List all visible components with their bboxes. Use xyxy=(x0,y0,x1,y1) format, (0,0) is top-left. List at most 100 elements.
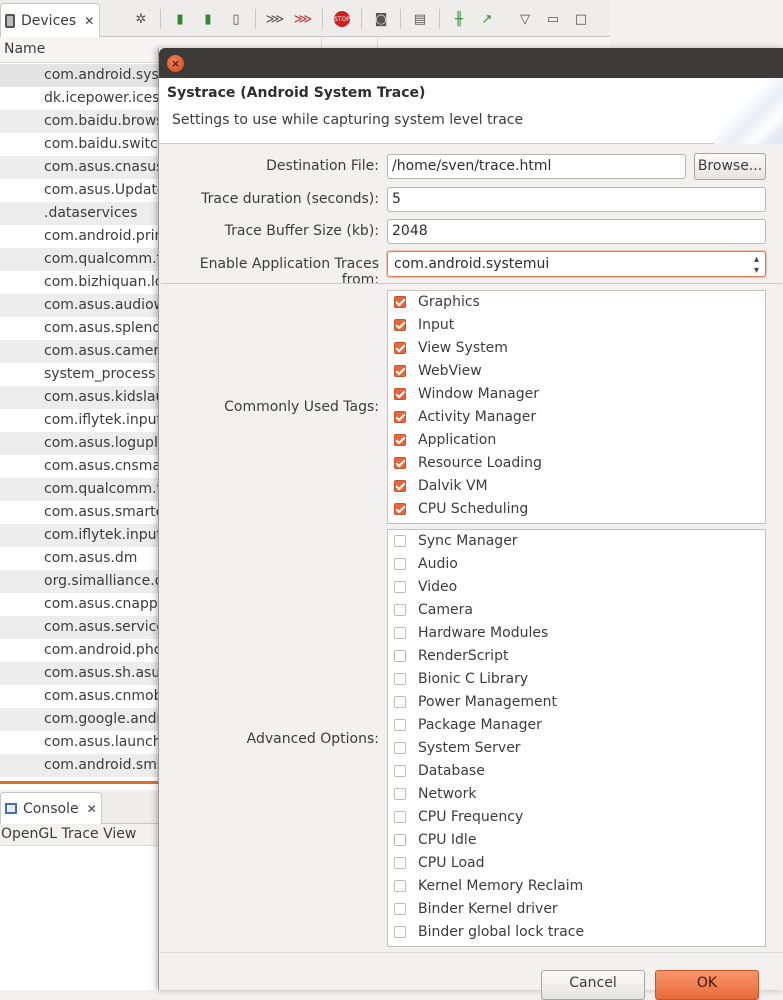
minimize-icon[interactable]: ▭ xyxy=(542,8,564,30)
dialog-titlebar[interactable]: × xyxy=(159,48,783,78)
tag-label: CPU Frequency xyxy=(418,809,524,825)
close-icon[interactable]: ✕ xyxy=(84,14,94,28)
checkbox-unchecked-icon[interactable] xyxy=(394,673,406,685)
checkbox-checked-icon[interactable] xyxy=(394,434,406,446)
tag-checkbox-item[interactable]: Camera xyxy=(394,600,473,620)
tag-label: View System xyxy=(418,340,508,356)
tag-checkbox-item[interactable]: Activity Manager xyxy=(394,407,536,427)
process-name: .dataservices xyxy=(44,205,138,221)
cause-gc-icon[interactable]: ▯ xyxy=(225,8,247,30)
maximize-icon[interactable]: □ xyxy=(570,8,592,30)
browse-button[interactable]: Browse... xyxy=(694,153,766,180)
tag-checkbox-item[interactable]: Package Manager xyxy=(394,715,542,735)
checkbox-unchecked-icon[interactable] xyxy=(394,627,406,639)
tag-checkbox-item[interactable]: Database xyxy=(394,761,485,781)
tag-checkbox-item[interactable]: CPU Idle xyxy=(394,830,476,850)
common-tags-label: Commonly Used Tags: xyxy=(224,399,379,415)
tag-checkbox-item[interactable]: Bionic C Library xyxy=(394,669,528,689)
tag-checkbox-item[interactable]: Sync Manager xyxy=(394,531,518,551)
ok-button[interactable]: OK xyxy=(655,970,759,1000)
checkbox-checked-icon[interactable] xyxy=(394,457,406,469)
checkbox-unchecked-icon[interactable] xyxy=(394,926,406,938)
tag-label: Camera xyxy=(418,602,473,618)
checkbox-unchecked-icon[interactable] xyxy=(394,765,406,777)
tag-checkbox-item[interactable]: Graphics xyxy=(394,292,480,312)
checkbox-checked-icon[interactable] xyxy=(394,388,406,400)
app-traces-select[interactable]: com.android.systemui ▴ ▾ xyxy=(387,251,766,277)
checkbox-unchecked-icon[interactable] xyxy=(394,742,406,754)
trace-buffer-size-input[interactable]: 2048 xyxy=(387,219,766,244)
tag-checkbox-item[interactable]: Window Manager xyxy=(394,384,539,404)
checkbox-unchecked-icon[interactable] xyxy=(394,696,406,708)
tag-checkbox-item[interactable]: Input xyxy=(394,315,454,335)
opengl-trace-icon[interactable]: ↗ xyxy=(476,8,498,30)
checkbox-checked-icon[interactable] xyxy=(394,296,406,308)
tag-checkbox-item[interactable]: CPU Scheduling xyxy=(394,499,528,519)
tag-checkbox-item[interactable]: Power Management xyxy=(394,692,557,712)
toolbar-separator xyxy=(439,9,440,29)
process-name: com.asus.kidslau xyxy=(44,389,165,405)
update-threads-icon[interactable]: ⋙ xyxy=(264,8,286,30)
checkbox-checked-icon[interactable] xyxy=(394,319,406,331)
checkbox-unchecked-icon[interactable] xyxy=(394,834,406,846)
update-heap-icon[interactable]: ▮ xyxy=(169,8,191,30)
checkbox-unchecked-icon[interactable] xyxy=(394,788,406,800)
devices-toolbar: ✲ ▮ ▮ ▯ ⋙ ⋙ STOP ◙ ▤ ╫ ↗ ▽ ▭ □ xyxy=(130,8,592,30)
process-name: com.bizhiquan.lo xyxy=(44,274,164,290)
tag-checkbox-item[interactable]: RenderScript xyxy=(394,646,508,666)
tag-checkbox-item[interactable]: Hardware Modules xyxy=(394,623,548,643)
checkbox-checked-icon[interactable] xyxy=(394,480,406,492)
tag-checkbox-item[interactable]: Resource Loading xyxy=(394,453,542,473)
tag-label: Audio xyxy=(418,556,458,572)
checkbox-checked-icon[interactable] xyxy=(394,342,406,354)
process-name: com.asus.smartc xyxy=(44,504,164,520)
checkbox-unchecked-icon[interactable] xyxy=(394,857,406,869)
screen-capture-icon[interactable]: ◙ xyxy=(370,8,392,30)
view-menu-chevron-down-icon[interactable]: ▽ xyxy=(514,8,536,30)
process-name: com.android.pho xyxy=(44,642,163,658)
checkbox-unchecked-icon[interactable] xyxy=(394,581,406,593)
method-profiling-icon[interactable]: ⋙ xyxy=(292,8,314,30)
close-icon[interactable]: ✕ xyxy=(87,802,97,816)
console-tab[interactable]: Console ✕ xyxy=(0,792,102,824)
tag-checkbox-item[interactable]: Binder Kernel driver xyxy=(394,899,558,919)
debug-icon[interactable]: ✲ xyxy=(130,8,152,30)
process-name: com.android.syst xyxy=(44,67,165,83)
tag-checkbox-item[interactable]: Video xyxy=(394,577,457,597)
destination-file-input[interactable]: /home/sven/trace.html xyxy=(387,154,686,179)
tag-label: Sync Manager xyxy=(418,533,518,549)
close-icon[interactable]: × xyxy=(167,55,184,72)
tag-checkbox-item[interactable]: View System xyxy=(394,338,508,358)
checkbox-unchecked-icon[interactable] xyxy=(394,880,406,892)
checkbox-checked-icon[interactable] xyxy=(394,503,406,515)
stop-process-icon[interactable]: STOP xyxy=(334,11,350,27)
checkbox-unchecked-icon[interactable] xyxy=(394,811,406,823)
trace-duration-input[interactable]: 5 xyxy=(387,187,766,212)
checkbox-unchecked-icon[interactable] xyxy=(394,535,406,547)
checkbox-unchecked-icon[interactable] xyxy=(394,558,406,570)
process-name: com.asus.cnmobi xyxy=(44,688,167,704)
tag-checkbox-item[interactable]: Network xyxy=(394,784,476,804)
tag-checkbox-item[interactable]: Kernel Memory Reclaim xyxy=(394,876,583,896)
tag-checkbox-item[interactable]: System Server xyxy=(394,738,521,758)
tag-checkbox-item[interactable]: Binder global lock trace xyxy=(394,922,584,942)
tag-checkbox-item[interactable]: Dalvik VM xyxy=(394,476,488,496)
tag-checkbox-item[interactable]: WebView xyxy=(394,361,482,381)
tag-checkbox-item[interactable]: Audio xyxy=(394,554,458,574)
cancel-button[interactable]: Cancel xyxy=(541,970,645,1000)
checkbox-unchecked-icon[interactable] xyxy=(394,719,406,731)
tag-checkbox-item[interactable]: CPU Frequency xyxy=(394,807,523,827)
tag-checkbox-item[interactable]: CPU Load xyxy=(394,853,485,873)
tag-label: Network xyxy=(418,786,477,802)
process-name: com.asus.camera xyxy=(44,343,168,359)
checkbox-unchecked-icon[interactable] xyxy=(394,650,406,662)
systrace-icon[interactable]: ╫ xyxy=(448,8,470,30)
checkbox-checked-icon[interactable] xyxy=(394,365,406,377)
checkbox-checked-icon[interactable] xyxy=(394,411,406,423)
tag-checkbox-item[interactable]: Application xyxy=(394,430,496,450)
dump-hprof-icon[interactable]: ▮ xyxy=(197,8,219,30)
devices-tab[interactable]: Devices ✕ xyxy=(0,3,100,37)
checkbox-unchecked-icon[interactable] xyxy=(394,604,406,616)
checkbox-unchecked-icon[interactable] xyxy=(394,903,406,915)
dump-view-hierarchy-icon[interactable]: ▤ xyxy=(409,8,431,30)
